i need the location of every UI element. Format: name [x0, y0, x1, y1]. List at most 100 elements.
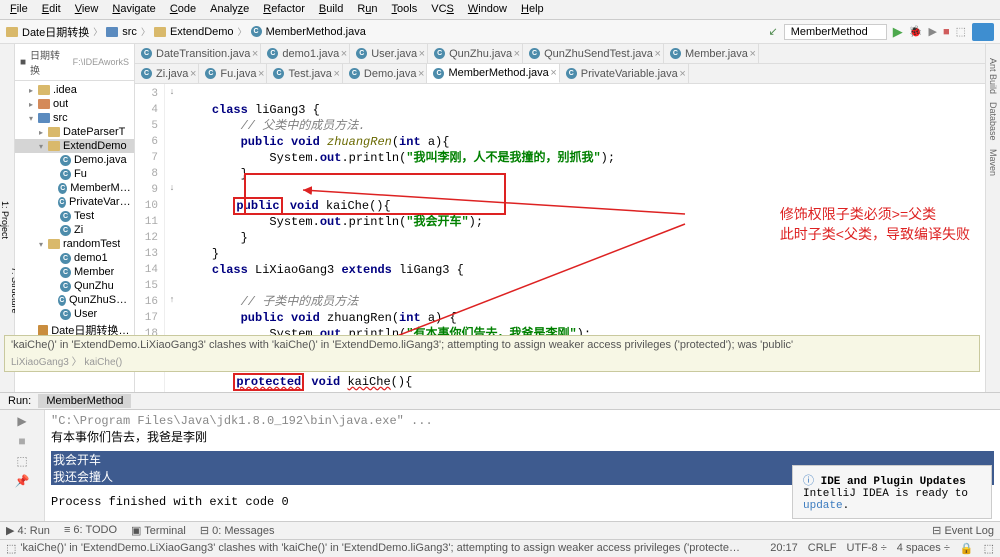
tree-item-fu[interactable]: CFu: [15, 167, 134, 181]
tree-item-qunzhusend[interactable]: CQunZhuSendTest: [15, 293, 134, 307]
stop-run-icon[interactable]: ■: [18, 434, 25, 448]
class-icon: C: [349, 68, 360, 79]
editor-tab[interactable]: CTest.java×: [267, 64, 342, 83]
close-icon[interactable]: ×: [418, 68, 424, 80]
menu-navigate[interactable]: Navigate: [106, 2, 161, 17]
rail-antbuild[interactable]: Ant Build: [988, 54, 998, 98]
menu-refactor[interactable]: Refactor: [257, 2, 311, 17]
rerun-icon[interactable]: ▶: [17, 414, 26, 428]
class-icon: C: [141, 68, 152, 79]
editor-tab[interactable]: CQunZhu.java×: [428, 44, 523, 63]
menu-file[interactable]: File: [4, 2, 34, 17]
run-button-icon[interactable]: ▶: [893, 24, 903, 40]
search-everywhere-icon[interactable]: [972, 23, 994, 41]
menu-edit[interactable]: Edit: [36, 2, 67, 17]
update-notification[interactable]: ⓘ IDE and Plugin Updates IntelliJ IDEA i…: [792, 465, 992, 519]
class-icon: C: [670, 48, 681, 59]
editor-tab[interactable]: C Zi.java×: [135, 64, 199, 83]
status-position[interactable]: 20:17: [770, 542, 798, 555]
close-icon[interactable]: ×: [258, 68, 264, 80]
run-output[interactable]: "C:\Program Files\Java\jdk1.8.0_192\bin\…: [45, 410, 1000, 521]
tree-item-idea[interactable]: ▸.idea: [15, 83, 134, 97]
tree-item-demo1[interactable]: Cdemo1: [15, 251, 134, 265]
close-icon[interactable]: ×: [550, 67, 556, 79]
menu-vcs[interactable]: VCS: [425, 2, 460, 17]
editor-tab-label: Fu.java: [220, 68, 256, 80]
close-icon[interactable]: ×: [341, 48, 347, 60]
editor-tab-label: Zi.java: [156, 68, 188, 80]
editor-tab[interactable]: CPrivateVariable.java×: [560, 64, 689, 83]
tree-item-demo[interactable]: CDemo.java: [15, 153, 134, 167]
right-tool-rail: Ant Build Database Maven: [985, 44, 1000, 392]
bottom-terminal-tab[interactable]: ▣ Terminal: [131, 524, 186, 537]
editor-tab[interactable]: C Demo.java×: [343, 64, 428, 83]
restore-layout-icon[interactable]: ⬚: [16, 454, 27, 468]
editor-tab[interactable]: C Member.java×: [664, 44, 759, 63]
tree-item-randomtest[interactable]: ▾randomTest: [15, 237, 134, 251]
pin-icon[interactable]: 📌: [15, 474, 30, 488]
close-icon[interactable]: ×: [419, 48, 425, 60]
run-config-select[interactable]: MemberMethod: [784, 24, 887, 40]
bottom-run-tab[interactable]: ▶ 4: Run: [6, 524, 50, 537]
menu-run[interactable]: Run: [351, 2, 383, 17]
class-icon: C: [267, 48, 278, 59]
override-down-icon[interactable]: ↓: [165, 182, 179, 198]
run-coverage-icon[interactable]: ▶: [928, 25, 936, 38]
menu-tools[interactable]: Tools: [386, 2, 424, 17]
override-up-icon[interactable]: ↑: [165, 294, 179, 310]
menu-analyze[interactable]: Analyze: [204, 2, 255, 17]
tree-item-out[interactable]: ▸out: [15, 97, 134, 111]
bottom-messages-tab[interactable]: ⊟ 0: Messages: [200, 524, 275, 537]
editor-tab[interactable]: CUser.java×: [350, 44, 428, 63]
editor-tab-label: Member.java: [685, 48, 748, 60]
rail-maven[interactable]: Maven: [988, 145, 998, 180]
close-icon[interactable]: ×: [655, 48, 661, 60]
close-icon[interactable]: ×: [749, 48, 755, 60]
tree-item-test[interactable]: CTest: [15, 209, 134, 223]
debug-button-icon[interactable]: 🐞: [909, 25, 923, 38]
menu-view[interactable]: View: [69, 2, 105, 17]
editor-tab[interactable]: CFu.java×: [199, 64, 267, 83]
lock-icon[interactable]: 🔒: [960, 542, 974, 555]
bottom-eventlog-tab[interactable]: ⊟ Event Log: [932, 524, 994, 537]
status-indent[interactable]: 4 spaces ÷: [897, 542, 950, 555]
close-icon[interactable]: ×: [252, 48, 258, 60]
bottom-todo-tab[interactable]: ≡ 6: TODO: [64, 524, 117, 537]
tree-item-member[interactable]: CMember: [15, 265, 134, 279]
editor-tab[interactable]: CMemberMethod.java×: [427, 64, 559, 83]
tree-item-src[interactable]: ▾src: [15, 111, 134, 125]
breadcrumb[interactable]: Date日期转换 〉 src 〉 ExtendDemo 〉 C MemberMe…: [6, 24, 366, 40]
close-icon[interactable]: ×: [514, 48, 520, 60]
run-tab[interactable]: MemberMethod: [38, 394, 131, 408]
error-tooltip: 'kaiChe()' in 'ExtendDemo.LiXiaoGang3' c…: [4, 335, 980, 372]
rail-database[interactable]: Database: [988, 98, 998, 145]
override-down-icon[interactable]: ↓: [165, 86, 179, 102]
editor-tab-label: PrivateVariable.java: [581, 68, 678, 80]
update-link[interactable]: update: [803, 500, 843, 512]
status-encoding[interactable]: UTF-8 ÷: [847, 542, 887, 555]
project-tree[interactable]: ▸.idea ▸out ▾src ▸DateParserT ▾ExtendDem…: [15, 81, 134, 355]
tree-item-zi[interactable]: CZi: [15, 223, 134, 237]
tree-item-dateparser[interactable]: ▸DateParserT: [15, 125, 134, 139]
tree-item-membermethod[interactable]: CMemberMethod: [15, 181, 134, 195]
tree-item-extenddemo[interactable]: ▾ExtendDemo: [15, 139, 134, 153]
menu-build[interactable]: Build: [313, 2, 349, 17]
tree-item-privatevar[interactable]: CPrivateVariable.ja: [15, 195, 134, 209]
editor-tab[interactable]: CQunZhuSendTest.java×: [523, 44, 664, 63]
editor-tab[interactable]: CDateTransition.java×: [135, 44, 261, 63]
menu-help[interactable]: Help: [515, 2, 550, 17]
menu-code[interactable]: Code: [164, 2, 202, 17]
rail-project[interactable]: 1: Project: [0, 201, 10, 239]
editor-tabs-row-1: CDateTransition.java×Cdemo1.java×CUser.j…: [135, 44, 1000, 64]
close-icon[interactable]: ×: [190, 68, 196, 80]
run-panel-header: Run: MemberMethod: [0, 392, 1000, 409]
status-crlf[interactable]: CRLF: [808, 542, 837, 555]
tree-item-qunzhu[interactable]: CQunZhu: [15, 279, 134, 293]
close-icon[interactable]: ×: [679, 68, 685, 80]
tree-item-user[interactable]: CUser: [15, 307, 134, 321]
editor-tab[interactable]: Cdemo1.java×: [261, 44, 350, 63]
stop-button-icon[interactable]: ■: [943, 26, 950, 38]
menu-window[interactable]: Window: [462, 2, 513, 17]
editor-tab-label: Demo.java: [364, 68, 417, 80]
close-icon[interactable]: ×: [333, 68, 339, 80]
